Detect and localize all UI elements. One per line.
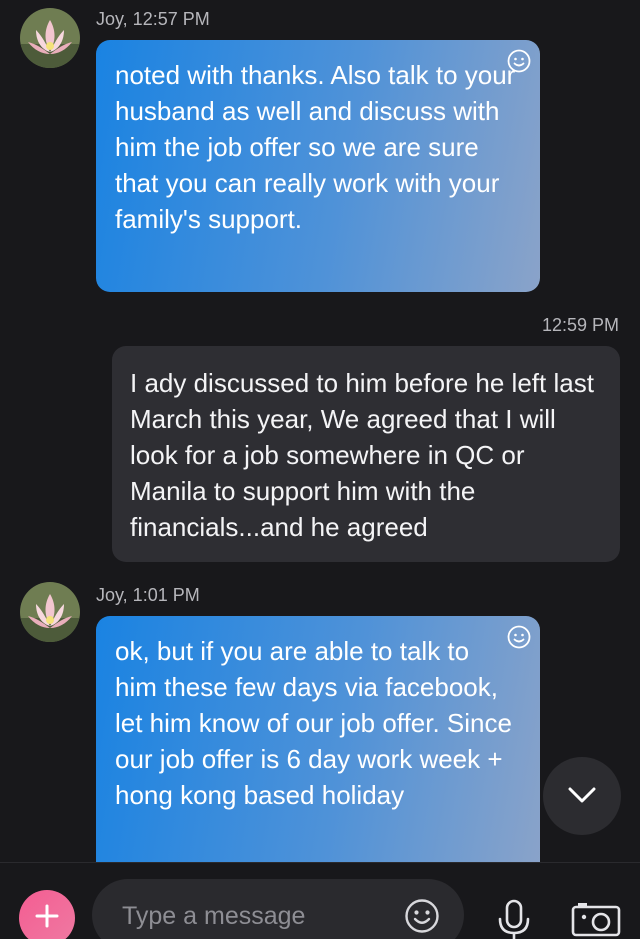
incoming-message-bubble[interactable]: ok, but if you are able to talk to him t… bbox=[96, 616, 540, 878]
incoming-message-bubble[interactable]: noted with thanks. Also talk to your hus… bbox=[96, 40, 540, 292]
chevron-down-icon bbox=[568, 787, 596, 803]
outgoing-message-bubble[interactable]: I ady discussed to him before he left la… bbox=[112, 346, 620, 562]
plus-icon bbox=[35, 904, 59, 928]
message-input-container bbox=[92, 879, 464, 939]
voice-message-button[interactable] bbox=[494, 897, 534, 939]
add-attachment-button[interactable] bbox=[19, 890, 75, 939]
scroll-to-bottom-button[interactable] bbox=[543, 757, 621, 835]
message-sender-time: Joy, 12:57 PM bbox=[96, 9, 210, 29]
smiley-icon[interactable] bbox=[507, 625, 531, 649]
lotus-avatar-image bbox=[20, 8, 80, 68]
lotus-avatar-image bbox=[20, 582, 80, 642]
message-composer bbox=[0, 862, 640, 939]
emoji-button[interactable] bbox=[404, 898, 440, 934]
camera-button[interactable] bbox=[570, 901, 622, 937]
sender-avatar[interactable] bbox=[20, 8, 80, 68]
message-text: ok, but if you are able to talk to him t… bbox=[115, 636, 512, 810]
smiley-icon[interactable] bbox=[507, 49, 531, 73]
message-sender-time: Joy, 1:01 PM bbox=[96, 585, 200, 605]
message-text: I ady discussed to him before he left la… bbox=[130, 368, 594, 542]
camera-icon bbox=[571, 903, 621, 937]
microphone-icon bbox=[498, 899, 530, 939]
message-text: noted with thanks. Also talk to your hus… bbox=[115, 60, 516, 234]
message-input[interactable] bbox=[122, 899, 392, 933]
message-time: 12:59 PM bbox=[541, 315, 619, 335]
emoji-icon bbox=[405, 899, 439, 933]
sender-avatar[interactable] bbox=[20, 582, 80, 642]
